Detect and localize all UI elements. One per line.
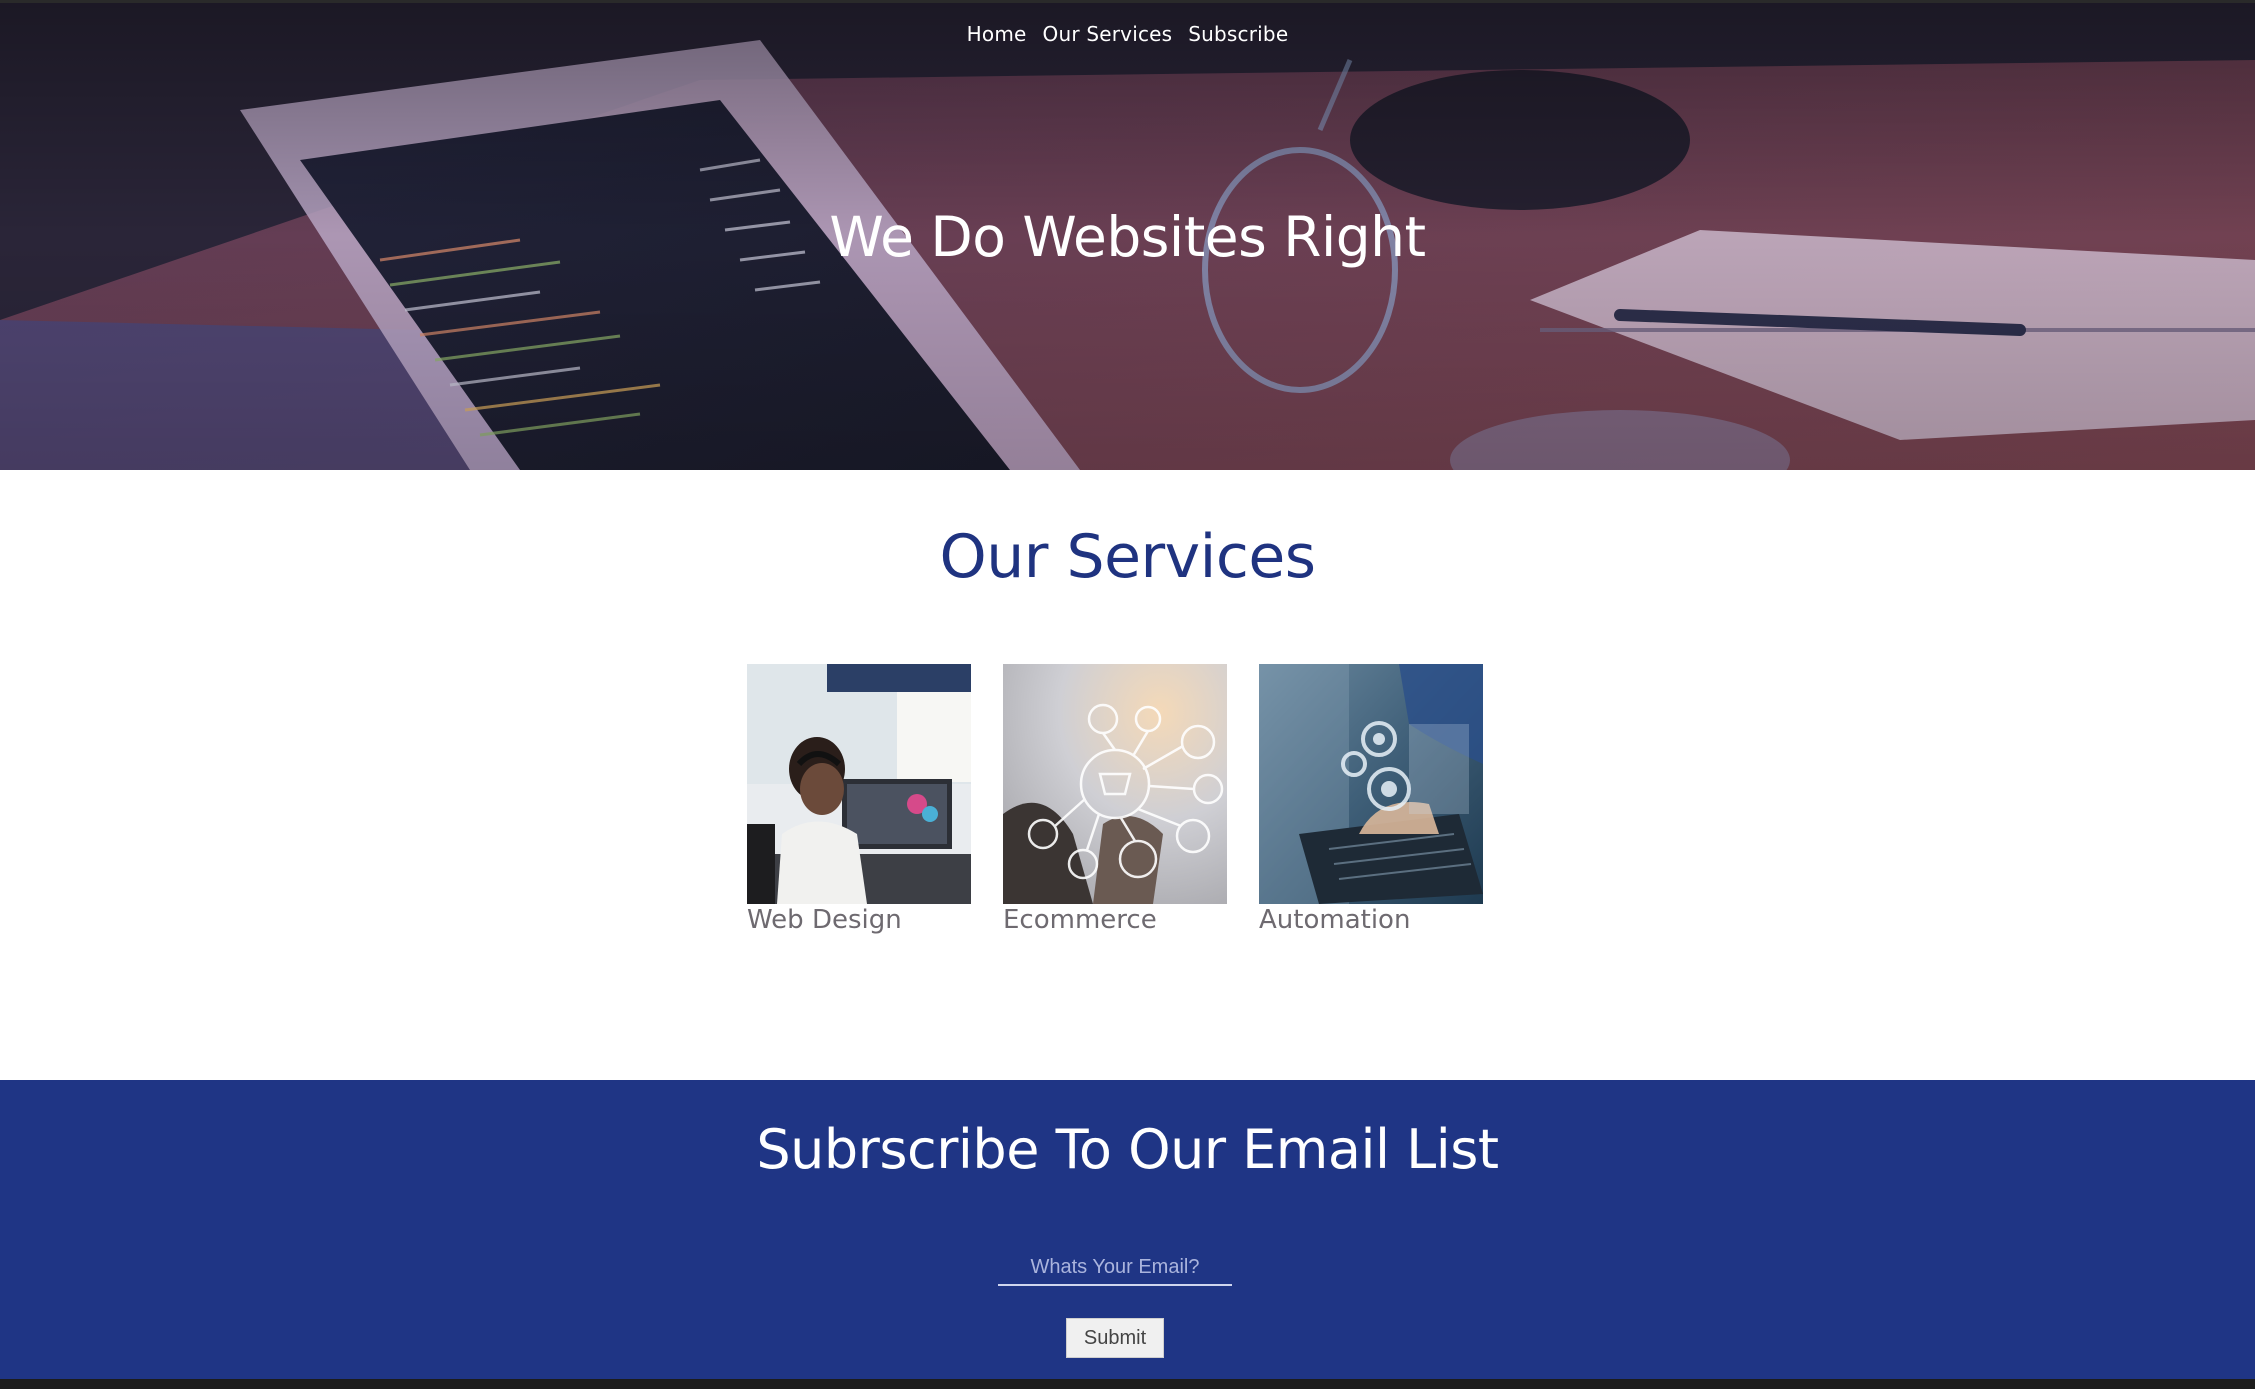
hero-section: Home Our Services Subscribe We Do Websit… [0,0,2255,470]
top-border [0,0,2255,3]
nav-our-services-link[interactable]: Our Services [1043,22,1173,46]
services-section: Our Services Web Design Ecommerce Automa… [0,470,2255,1080]
services-title: Our Services [939,522,1316,592]
email-input[interactable] [998,1250,1232,1286]
service-card-ecommerce: Ecommerce [1003,664,1227,936]
hero-title: We Do Websites Right [829,205,1426,269]
nav-home-link[interactable]: Home [967,22,1027,46]
submit-button[interactable]: Submit [1066,1318,1164,1358]
subscribe-section: Subrscribe To Our Email List Submit [0,1080,2255,1379]
web-design-image [747,664,971,904]
main-nav: Home Our Services Subscribe [0,22,2255,46]
subscribe-title: Subrscribe To Our Email List [756,1118,1499,1181]
automation-image [1259,664,1483,904]
service-card-automation: Automation [1259,664,1483,936]
service-label-automation: Automation [1259,905,1411,935]
services-cards: Web Design Ecommerce Automation [747,664,1483,936]
service-label-web-design: Web Design [747,905,902,935]
service-label-ecommerce: Ecommerce [1003,905,1157,935]
service-card-web-design: Web Design [747,664,971,936]
ecommerce-image [1003,664,1227,904]
nav-subscribe-link[interactable]: Subscribe [1188,22,1288,46]
bottom-bar [0,1379,2255,1389]
